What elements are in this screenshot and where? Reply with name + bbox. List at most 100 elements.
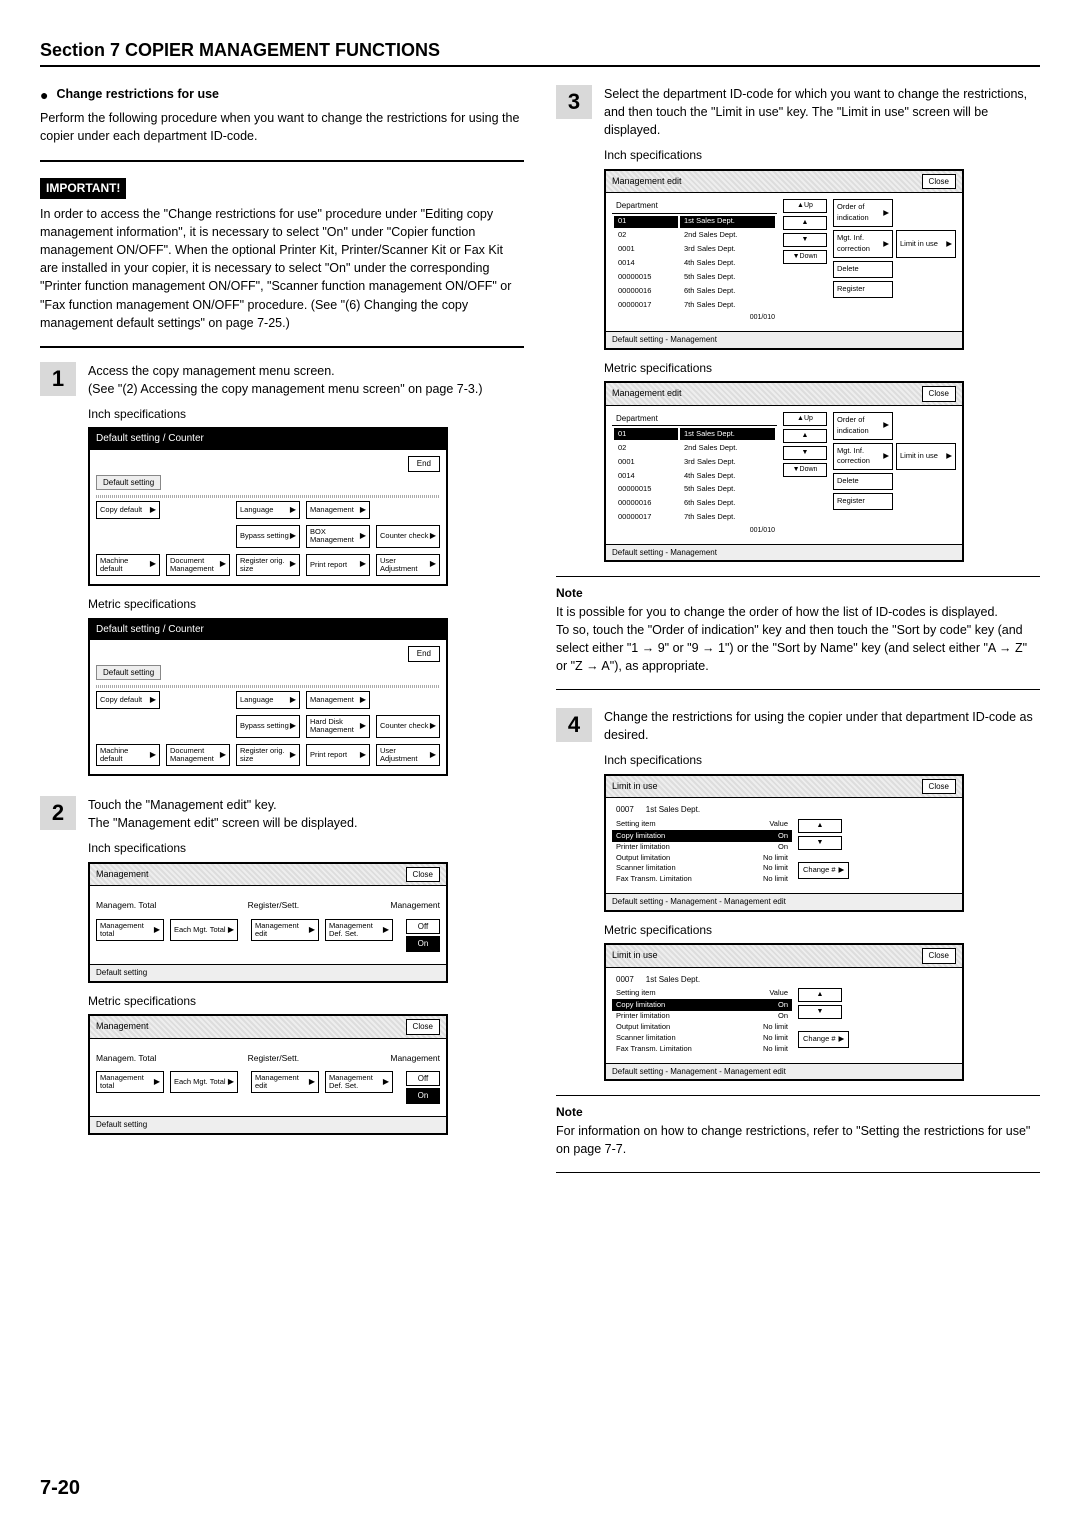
btn-copy-default[interactable]: Copy default▶: [96, 691, 160, 709]
btn-language[interactable]: Language▶: [236, 691, 300, 709]
footer-breadcrumb: Default setting: [90, 964, 446, 981]
right-column: 3 Select the department ID-code for whic…: [556, 85, 1040, 1177]
nav-down-arrow[interactable]: ▼: [783, 446, 827, 460]
btn-print-report[interactable]: Print report▶: [306, 744, 370, 767]
nav-down-arrow[interactable]: ▼: [798, 836, 842, 850]
btn-bypass[interactable]: Bypass setting▶: [236, 525, 300, 548]
close-button[interactable]: Close: [922, 174, 956, 190]
divider: [40, 160, 524, 162]
inch-spec-label: Inch specifications: [88, 406, 524, 423]
divider: [556, 689, 1040, 690]
btn-register-orig[interactable]: Register orig. size▶: [236, 744, 300, 767]
close-button[interactable]: Close: [406, 867, 440, 883]
btn-machine-default[interactable]: Machine default▶: [96, 554, 160, 577]
important-text: In order to access the "Change restricti…: [40, 205, 524, 332]
step-3-text: Select the department ID-code for which …: [604, 85, 1040, 139]
btn-limit-use[interactable]: Limit in use▶: [896, 230, 956, 258]
end-button[interactable]: End: [408, 646, 440, 662]
btn-each-mgt[interactable]: Each Mgt. Total▶: [170, 1071, 238, 1094]
toggle-off[interactable]: Off: [406, 919, 440, 935]
btn-mgt-inf[interactable]: Mgt. Inf. correction▶: [833, 230, 893, 258]
close-button[interactable]: Close: [922, 386, 956, 402]
btn-doc-mgmt[interactable]: Document Management▶: [166, 744, 230, 767]
btn-machine-default[interactable]: Machine default▶: [96, 744, 160, 767]
close-button[interactable]: Close: [922, 948, 956, 964]
toggle-off[interactable]: Off: [406, 1071, 440, 1087]
nav-down-arrow[interactable]: ▼: [798, 1005, 842, 1019]
btn-language[interactable]: Language▶: [236, 501, 300, 519]
tab-default-setting[interactable]: Default setting: [96, 475, 161, 491]
metric-spec-label: Metric specifications: [604, 922, 1040, 939]
btn-register-orig[interactable]: Register orig. size▶: [236, 554, 300, 577]
btn-delete[interactable]: Delete: [833, 473, 893, 490]
tab-default-setting[interactable]: Default setting: [96, 665, 161, 681]
btn-user-adjust[interactable]: User Adjustment▶: [376, 554, 440, 577]
metric-spec-label: Metric specifications: [604, 360, 1040, 377]
step-1-number: 1: [40, 362, 76, 396]
nav-up[interactable]: ▲ Up: [783, 199, 827, 213]
nav-up-arrow[interactable]: ▲: [798, 819, 842, 833]
toggle-on[interactable]: On: [406, 1088, 440, 1104]
close-button[interactable]: Close: [406, 1019, 440, 1035]
btn-mgt-inf[interactable]: Mgt. Inf. correction▶: [833, 443, 893, 471]
btn-doc-mgmt[interactable]: Document Management▶: [166, 554, 230, 577]
btn-register[interactable]: Register: [833, 281, 893, 298]
nav-down[interactable]: ▼ Down: [783, 250, 827, 264]
dept-code: 0007: [616, 804, 634, 816]
nav-up-arrow[interactable]: ▲: [783, 216, 827, 230]
dept-table: 011st Sales Dept. 022nd Sales Dept. 0001…: [612, 426, 777, 525]
btn-limit-use[interactable]: Limit in use▶: [896, 443, 956, 471]
btn-delete[interactable]: Delete: [833, 261, 893, 278]
btn-change[interactable]: Change #▶: [798, 862, 849, 879]
bullet-icon: ●: [40, 85, 48, 105]
btn-mgmt-edit[interactable]: Management edit▶: [251, 919, 319, 942]
metric-spec-label: Metric specifications: [88, 596, 524, 613]
subhead-change-restrictions: Change restrictions for use: [56, 85, 219, 103]
step-4-text: Change the restrictions for using the co…: [604, 708, 1040, 744]
btn-counter-check[interactable]: Counter check▶: [376, 525, 440, 548]
close-button[interactable]: Close: [922, 779, 956, 795]
screen-limit-inch: Limit in use Close 0007 1st Sales Dept. …: [604, 774, 964, 912]
btn-box-mgmt[interactable]: BOX Management▶: [306, 525, 370, 548]
btn-management[interactable]: Management▶: [306, 501, 370, 519]
nav-down-arrow[interactable]: ▼: [783, 233, 827, 247]
btn-mgmt-def[interactable]: Management Def. Set.▶: [325, 919, 393, 942]
dept-code: 0007: [616, 974, 634, 986]
screen-title: Management edit: [612, 175, 682, 188]
hdr-item: Setting item: [616, 988, 656, 999]
nav-up[interactable]: ▲ Up: [783, 412, 827, 426]
btn-order[interactable]: Order of indication▶: [833, 199, 893, 227]
btn-counter-check[interactable]: Counter check▶: [376, 715, 440, 738]
end-button[interactable]: End: [408, 456, 440, 472]
toggle-on[interactable]: On: [406, 936, 440, 952]
footer-breadcrumb: Default setting - Management: [606, 544, 962, 561]
btn-mgmt-def[interactable]: Management Def. Set.▶: [325, 1071, 393, 1094]
screen-management-metric: Management Close Managem. Total Register…: [88, 1014, 448, 1135]
nav-up-arrow[interactable]: ▲: [798, 988, 842, 1002]
divider: [556, 1172, 1040, 1173]
btn-hd-mgmt[interactable]: Hard Disk Management▶: [306, 715, 370, 738]
btn-mgmt-edit[interactable]: Management edit▶: [251, 1071, 319, 1094]
inch-spec-label: Inch specifications: [604, 752, 1040, 769]
btn-print-report[interactable]: Print report▶: [306, 554, 370, 577]
screen-default-metric: Default setting / Counter End Default se…: [88, 618, 448, 777]
btn-management[interactable]: Management▶: [306, 691, 370, 709]
screen-mgmt-edit-metric: Management edit Close Department 011st S…: [604, 381, 964, 562]
screen-management-inch: Management Close Managem. Total Register…: [88, 862, 448, 983]
nav-down[interactable]: ▼ Down: [783, 463, 827, 477]
inch-spec-label: Inch specifications: [88, 840, 524, 857]
btn-order[interactable]: Order of indication▶: [833, 412, 893, 440]
btn-mgmt-total[interactable]: Management total▶: [96, 919, 164, 942]
btn-user-adjust[interactable]: User Adjustment▶: [376, 744, 440, 767]
btn-bypass[interactable]: Bypass setting▶: [236, 715, 300, 738]
btn-each-mgt[interactable]: Each Mgt. Total▶: [170, 919, 238, 942]
nav-up-arrow[interactable]: ▲: [783, 429, 827, 443]
btn-copy-default[interactable]: Copy default▶: [96, 501, 160, 519]
btn-change[interactable]: Change #▶: [798, 1031, 849, 1048]
footer-breadcrumb: Default setting - Management: [606, 331, 962, 348]
btn-mgmt-total[interactable]: Management total▶: [96, 1071, 164, 1094]
screen-title: Management edit: [612, 387, 682, 400]
step-4-number: 4: [556, 708, 592, 742]
important-label: IMPORTANT!: [40, 178, 126, 199]
btn-register[interactable]: Register: [833, 493, 893, 510]
